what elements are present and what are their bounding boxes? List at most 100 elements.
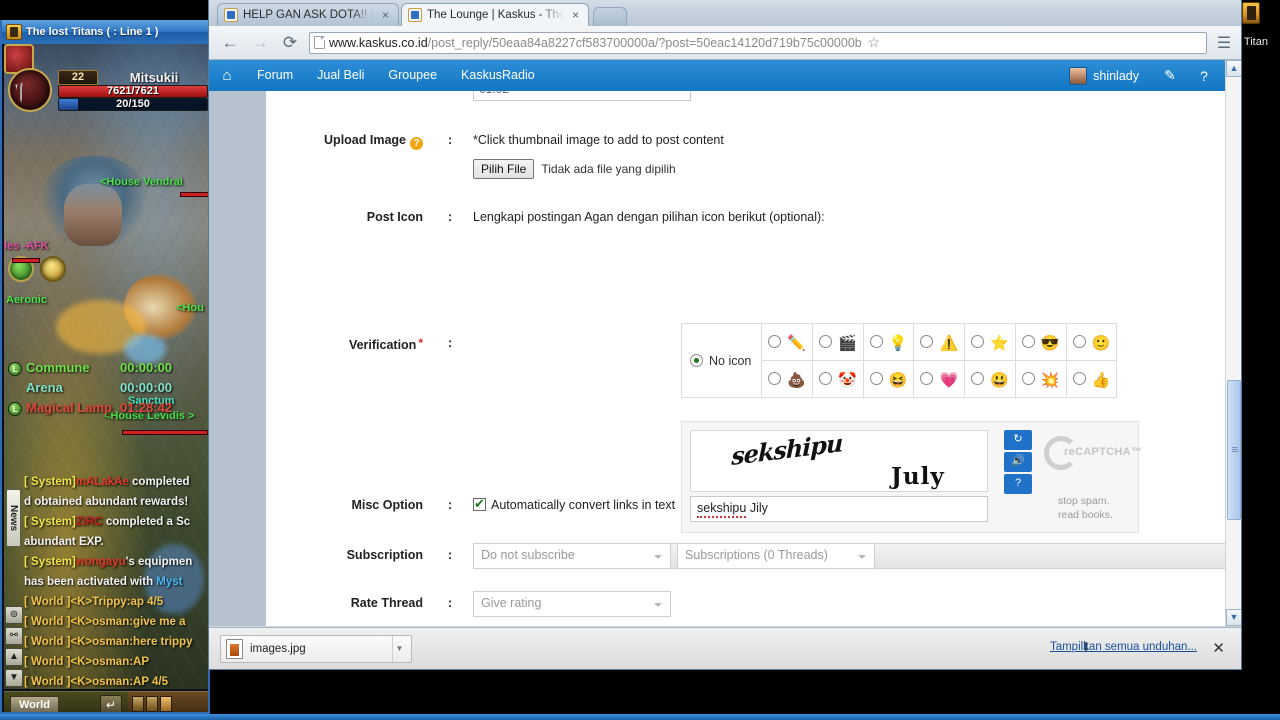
browser-window[interactable]: HELP GAN ASK DOTA!! | Kask × The Lounge … — [208, 0, 1242, 670]
forward-button[interactable]: → — [249, 32, 271, 54]
download-item[interactable]: images.jpg ▼ — [220, 635, 412, 663]
chat-channel-tag[interactable]: World — [10, 696, 59, 712]
browser-tab-2[interactable]: The Lounge | Kaskus - The L × — [401, 3, 589, 26]
scrollbar-thumb[interactable] — [1227, 380, 1241, 520]
radio-post-icon[interactable] — [1021, 371, 1035, 385]
radio-post-icon[interactable] — [819, 371, 833, 385]
reload-button[interactable]: ⟳ — [279, 32, 301, 54]
radio-post-icon[interactable] — [768, 371, 782, 385]
taskbar[interactable] — [0, 714, 1280, 720]
timer-value: 00:00:00 — [120, 380, 173, 395]
radio-post-icon[interactable] — [869, 371, 883, 385]
verification-label-text: Verification — [348, 338, 417, 352]
world-label: <Hou — [176, 302, 204, 314]
radio-post-icon[interactable] — [920, 371, 934, 385]
game-viewport[interactable]: 22 Mitsukii 7621/7621 20/150 <House Vend… — [4, 44, 208, 689]
close-download-bar-icon[interactable]: ✕ — [1212, 639, 1225, 657]
post-icon-cell[interactable]: 😎 — [1014, 323, 1067, 361]
game-window[interactable]: The lost Titans ( : Line 1 ) 22 Mitsukii… — [0, 20, 210, 714]
radio-post-icon[interactable] — [1072, 371, 1086, 385]
username-label[interactable]: shinlady — [1093, 69, 1153, 83]
player-portrait[interactable] — [8, 68, 52, 112]
radio-post-icon[interactable] — [768, 334, 782, 348]
nav-link-forum[interactable]: Forum — [245, 60, 305, 91]
compose-pencil-icon[interactable]: ✎ — [1153, 60, 1187, 91]
nav-link-kaskusradio[interactable]: KaskusRadio — [449, 60, 547, 91]
captcha-help-icon[interactable]: ? — [1004, 474, 1032, 494]
captcha-audio-icon[interactable]: 🔊 — [1004, 452, 1032, 472]
bookmark-star-icon[interactable]: ☆ — [866, 34, 882, 51]
radio-post-icon[interactable] — [869, 334, 883, 348]
chat-line: [ World ]<K>osman:here trippy — [24, 632, 208, 652]
subscription-select[interactable]: Do not subscribe — [473, 543, 671, 569]
game-titlebar[interactable]: The lost Titans ( : Line 1 ) — [2, 20, 208, 44]
page-scrollbar[interactable]: ▲ ▼ — [1225, 60, 1241, 626]
radio-post-icon[interactable] — [920, 334, 934, 348]
post-icon-cell[interactable]: 🙂 — [1065, 323, 1118, 361]
action-slot[interactable] — [132, 696, 144, 712]
post-icon-cell[interactable]: ✏️ — [761, 323, 814, 361]
no-icon-cell[interactable]: No icon — [680, 323, 763, 398]
rate-thread-select[interactable]: Give rating — [473, 591, 671, 617]
chat-settings-icon[interactable]: ⊚ — [5, 606, 23, 624]
convert-links-checkbox[interactable]: Automatically convert links in text — [473, 496, 675, 512]
post-icon-cell[interactable]: ⭐ — [964, 323, 1016, 361]
help-icon[interactable]: ? — [410, 137, 423, 150]
verification-colon: : — [448, 336, 453, 350]
shield-orb-icon[interactable] — [40, 256, 66, 282]
address-bar[interactable]: www.kaskus.co.id/post_reply/50eaa84a8227… — [309, 31, 1207, 54]
scroll-up-icon[interactable]: ▲ — [1226, 60, 1241, 77]
post-icon-cell[interactable]: 🎬 — [812, 323, 864, 361]
radio-no-icon[interactable] — [690, 353, 703, 367]
post-icon-glyph: 💩 — [787, 371, 807, 389]
post-icon-cell[interactable]: 💗 — [913, 360, 966, 398]
post-icon-table[interactable]: No icon ✏️ 🎬 💡 ⚠️ ⭐ 😎 🙂 💩 🤡 😆 💗 😃 💥 👍 — [680, 323, 1118, 398]
close-icon[interactable]: × — [569, 9, 582, 22]
close-icon[interactable]: × — [379, 9, 392, 22]
nav-link-jual-beli[interactable]: Jual Beli — [305, 60, 376, 91]
post-icon-cell[interactable]: 💥 — [1014, 360, 1067, 398]
chat-scroll-up-icon[interactable]: ▲ — [5, 648, 23, 666]
post-icon-cell[interactable]: 💩 — [761, 360, 814, 398]
radio-post-icon[interactable] — [1072, 334, 1086, 348]
radio-post-icon[interactable] — [1021, 334, 1035, 348]
subscriptions-list-select[interactable]: Subscriptions (0 Threads) — [677, 543, 875, 569]
action-slot[interactable] — [160, 696, 172, 712]
action-slot[interactable] — [146, 696, 158, 712]
show-all-downloads-link[interactable]: Tampilkan semua unduhan... — [1050, 641, 1197, 653]
radio-post-icon[interactable] — [819, 334, 833, 348]
post-icon-cell[interactable]: 😃 — [964, 360, 1016, 398]
radio-post-icon[interactable] — [971, 371, 985, 385]
post-icon-cell[interactable]: 🤡 — [812, 360, 864, 398]
captcha-input[interactable]: sekshipu Jily — [690, 496, 988, 522]
nav-link-groupee[interactable]: Groupee — [376, 60, 449, 91]
clipped-text-input[interactable]: 01:02 — [473, 91, 691, 101]
scroll-down-icon[interactable]: ▼ — [1226, 609, 1241, 626]
chevron-down-icon[interactable]: ▼ — [392, 636, 406, 662]
chat-scroll-down-icon[interactable]: ▼ — [5, 669, 23, 687]
checkbox-icon[interactable] — [473, 496, 486, 511]
post-icon-cell[interactable]: 😆 — [862, 360, 915, 398]
post-icon-cell[interactable]: ⚠️ — [913, 323, 966, 361]
radio-post-icon[interactable] — [971, 334, 985, 348]
post-icon-cell[interactable]: 💡 — [862, 323, 915, 361]
post-icon-cell[interactable]: 👍 — [1065, 360, 1118, 398]
recaptcha-brand-name: CAPTCHA — [1075, 446, 1131, 458]
chat-enter-button[interactable]: ↵ — [100, 695, 122, 712]
captcha-refresh-icon[interactable]: ↻ — [1004, 430, 1032, 450]
help-question-icon[interactable]: ? — [1187, 60, 1221, 91]
browser-tab-1[interactable]: HELP GAN ASK DOTA!! | Kask × — [217, 3, 399, 26]
hamburger-menu-icon[interactable]: ☰ — [1215, 33, 1233, 53]
choose-file-button[interactable]: Pilih File — [473, 159, 535, 179]
news-tab[interactable]: News — [6, 489, 21, 547]
chat-text: 's equipmen — [125, 556, 193, 568]
chat-history-icon[interactable]: ⚯ — [5, 627, 23, 645]
home-icon[interactable]: ⌂ — [209, 60, 245, 91]
no-icon-label: No icon — [709, 353, 752, 368]
screen: : Titan The lost Titans ( : Line 1 ) 22 … — [0, 0, 1280, 720]
avatar[interactable] — [1069, 66, 1088, 85]
back-button[interactable]: ← — [219, 32, 241, 54]
file-picker[interactable]: Pilih File Tidak ada file yang dipilih — [473, 159, 676, 179]
action-bar[interactable] — [128, 691, 208, 712]
new-tab-button[interactable] — [593, 7, 627, 26]
